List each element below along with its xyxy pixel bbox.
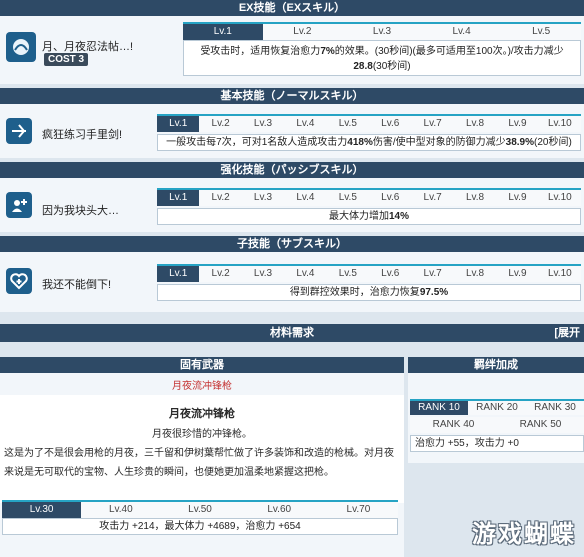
bond-tab-rank40[interactable]: RANK 40 bbox=[410, 417, 497, 433]
ex-tab-lv2[interactable]: Lv.2 bbox=[262, 24, 343, 40]
sub-tab-lv8[interactable]: Lv.8 bbox=[453, 266, 497, 282]
bond-header: 羁绊加成 bbox=[408, 357, 584, 373]
sub-tab-lv4[interactable]: Lv.4 bbox=[284, 266, 327, 282]
weapon-header: 固有武器 bbox=[0, 357, 404, 373]
weapon-info-box: 月夜流冲锋枪 月夜很珍惜的冲锋枪。 这是为了不是很会用枪的月夜，三千留和伊树葉帮… bbox=[0, 395, 404, 503]
weapon-title: 月夜流冲锋枪 bbox=[169, 408, 235, 420]
basic-tab-lv10[interactable]: Lv.10 bbox=[538, 116, 582, 132]
weapon-level-tabs: Lv.30 Lv.40 Lv.50 Lv.60 Lv.70 bbox=[2, 500, 399, 518]
weapon-tab-lv60[interactable]: Lv.60 bbox=[239, 502, 319, 518]
ex-skill-name: 月、月夜忍法帖…! bbox=[42, 41, 134, 53]
weapon-line3: 来说是无可取代的宝物、人生珍贵的瞬间，也便她更加温柔地紧握这把枪。 bbox=[4, 467, 334, 478]
basic-tab-lv2[interactable]: Lv.2 bbox=[199, 116, 242, 132]
sub-skill-name: 我还不能倒下! bbox=[42, 279, 112, 291]
sub-tab-lv2[interactable]: Lv.2 bbox=[199, 266, 242, 282]
weapon-tab-lv40[interactable]: Lv.40 bbox=[81, 502, 161, 518]
sub-tab-lv9[interactable]: Lv.9 bbox=[496, 266, 539, 282]
enhance-tab-lv9[interactable]: Lv.9 bbox=[496, 190, 539, 206]
basic-tab-lv8[interactable]: Lv.8 bbox=[453, 116, 497, 132]
enhance-skill-header: 强化技能（パッシブスキル） bbox=[0, 162, 584, 178]
bond-rank-row1: RANK 10 RANK 20 RANK 30 bbox=[410, 399, 584, 415]
weapon-stats: 攻击力 +214，最大体力 +4689，治愈力 +654 bbox=[2, 518, 398, 535]
enhance-tab-lv8[interactable]: Lv.8 bbox=[453, 190, 497, 206]
basic-skill-description: 一般攻击每7次，可对1名敌人造成攻击力418%伤害/使中型对象的防御力减少38.… bbox=[157, 134, 581, 151]
basic-tab-lv7[interactable]: Lv.7 bbox=[411, 116, 454, 132]
enhance-tab-lv4[interactable]: Lv.4 bbox=[284, 190, 327, 206]
weapon-line2: 这是为了不是很会用枪的月夜，三千留和伊树葉帮忙做了许多装饰和改造的枪械。对月夜 bbox=[4, 448, 394, 459]
weapon-tab-lv30[interactable]: Lv.30 bbox=[2, 502, 82, 518]
ex-tab-lv4[interactable]: Lv.4 bbox=[421, 24, 502, 40]
weapon-line1: 月夜很珍惜的冲锋枪。 bbox=[152, 429, 252, 440]
basic-tab-lv9[interactable]: Lv.9 bbox=[496, 116, 539, 132]
basic-skill-name: 疯狂练习手里剑! bbox=[42, 129, 123, 141]
basic-tab-lv1[interactable]: Lv.1 bbox=[157, 116, 200, 132]
bond-stats: 治愈力 +55，攻击力 +0 bbox=[410, 435, 584, 452]
bond-panel: RANK 10 RANK 20 RANK 30 RANK 40 RANK 50 … bbox=[408, 373, 584, 463]
sub-tab-lv7[interactable]: Lv.7 bbox=[411, 266, 454, 282]
sub-skill-row: 我还不能倒下! Lv.1 Lv.2 Lv.3 Lv.4 Lv.5 Lv.6 Lv… bbox=[0, 252, 584, 312]
ex-tab-lv5[interactable]: Lv.5 bbox=[501, 24, 581, 40]
bond-rank-row2: RANK 40 RANK 50 bbox=[410, 417, 584, 433]
ex-skill-header: EX技能（EXスキル） bbox=[0, 0, 584, 16]
weapon-tab-lv50[interactable]: Lv.50 bbox=[160, 502, 240, 518]
sub-tab-lv3[interactable]: Lv.3 bbox=[241, 266, 285, 282]
ex-skill-row: 月、月夜忍法帖…! COST 3 Lv.1 Lv.2 Lv.3 Lv.4 Lv.… bbox=[0, 16, 584, 84]
enhance-tab-lv3[interactable]: Lv.3 bbox=[241, 190, 285, 206]
basic-skill-row: 疯狂练习手里剑! Lv.1 Lv.2 Lv.3 Lv.4 Lv.5 Lv.6 L… bbox=[0, 104, 584, 158]
sub-level-tabs: Lv.1 Lv.2 Lv.3 Lv.4 Lv.5 Lv.6 Lv.7 Lv.8 … bbox=[157, 264, 582, 282]
enhance-skill-name: 因为我块头大… bbox=[42, 205, 119, 217]
sub-skill-description: 得到群控效果时，治愈力恢复97.5% bbox=[157, 284, 581, 301]
sub-tab-lv5[interactable]: Lv.5 bbox=[326, 266, 370, 282]
materials-header: 材料需求 [展开 bbox=[0, 324, 584, 342]
bond-tab-rank10[interactable]: RANK 10 bbox=[410, 401, 468, 415]
shuriken-icon bbox=[6, 118, 32, 144]
weapon-name-red: 月夜流冲锋枪 bbox=[172, 381, 232, 392]
buff-icon bbox=[6, 192, 32, 218]
enhance-tab-lv1[interactable]: Lv.1 bbox=[157, 190, 200, 206]
sub-skill-header: 子技能（サブスキル） bbox=[0, 236, 584, 252]
basic-tab-lv4[interactable]: Lv.4 bbox=[284, 116, 327, 132]
weapon-panel: 月夜流冲锋枪 月夜流冲锋枪 月夜很珍惜的冲锋枪。 这是为了不是很会用枪的月夜，三… bbox=[0, 373, 404, 557]
ex-tab-lv1[interactable]: Lv.1 bbox=[183, 24, 263, 40]
ex-tab-lv3[interactable]: Lv.3 bbox=[342, 24, 422, 40]
bond-tab-rank20[interactable]: RANK 20 bbox=[468, 401, 526, 415]
weapon-tab-lv70[interactable]: Lv.70 bbox=[318, 502, 399, 518]
enhance-tab-lv10[interactable]: Lv.10 bbox=[538, 190, 582, 206]
sub-tab-lv10[interactable]: Lv.10 bbox=[538, 266, 582, 282]
bond-tab-rank30[interactable]: RANK 30 bbox=[526, 401, 584, 415]
ex-level-tabs: Lv.1 Lv.2 Lv.3 Lv.4 Lv.5 bbox=[183, 22, 581, 40]
sub-tab-lv6[interactable]: Lv.6 bbox=[369, 266, 412, 282]
sub-tab-lv1[interactable]: Lv.1 bbox=[157, 266, 200, 282]
heart-icon bbox=[6, 268, 32, 294]
bond-tab-rank50[interactable]: RANK 50 bbox=[497, 417, 584, 433]
expand-link[interactable]: [展开 bbox=[554, 324, 580, 342]
basic-skill-header: 基本技能（ノーマルスキル） bbox=[0, 88, 584, 104]
basic-tab-lv6[interactable]: Lv.6 bbox=[369, 116, 412, 132]
ex-skill-description: 受攻击时，适用恢复治愈力7%的效果。(30秒间)(最多可适用至100次。)/攻击… bbox=[183, 40, 581, 76]
basic-level-tabs: Lv.1 Lv.2 Lv.3 Lv.4 Lv.5 Lv.6 Lv.7 Lv.8 … bbox=[157, 114, 582, 132]
enhance-level-tabs: Lv.1 Lv.2 Lv.3 Lv.4 Lv.5 Lv.6 Lv.7 Lv.8 … bbox=[157, 188, 582, 206]
enhance-tab-lv7[interactable]: Lv.7 bbox=[411, 190, 454, 206]
enhance-tab-lv2[interactable]: Lv.2 bbox=[199, 190, 242, 206]
enhance-skill-row: 因为我块头大… Lv.1 Lv.2 Lv.3 Lv.4 Lv.5 Lv.6 Lv… bbox=[0, 178, 584, 232]
cost-badge: COST 3 bbox=[44, 53, 89, 66]
basic-tab-lv5[interactable]: Lv.5 bbox=[326, 116, 370, 132]
watermark: 游戏蝴蝶 bbox=[472, 521, 576, 548]
enhance-skill-description: 最大体力增加14% bbox=[157, 208, 581, 225]
materials-title: 材料需求 bbox=[270, 327, 314, 339]
enhance-tab-lv6[interactable]: Lv.6 bbox=[369, 190, 412, 206]
enhance-tab-lv5[interactable]: Lv.5 bbox=[326, 190, 370, 206]
basic-tab-lv3[interactable]: Lv.3 bbox=[241, 116, 285, 132]
ex-skill-icon bbox=[6, 32, 36, 62]
